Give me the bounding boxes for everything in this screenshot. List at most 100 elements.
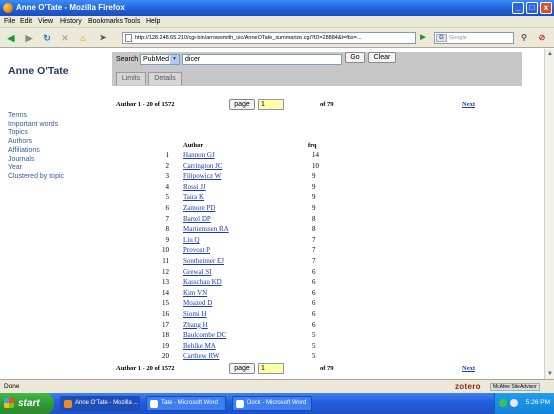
author-frequency: 7 — [312, 235, 316, 244]
row-number: 18 — [162, 331, 169, 340]
vertical-scrollbar[interactable]: ▲ ▼ — [544, 49, 554, 379]
status-text: Done — [4, 383, 20, 390]
close-button[interactable]: x — [540, 2, 552, 14]
row-number: 3 — [165, 172, 170, 181]
author-link[interactable]: Hannon GJ — [183, 151, 215, 159]
query-input[interactable]: dicer — [182, 54, 342, 65]
result-count: Author 1 - 20 of 1572 — [116, 101, 175, 108]
menu-history[interactable]: History — [60, 18, 82, 25]
author-frequency: 6 — [312, 310, 316, 318]
table-row: 9 Liu Q 7 — [0, 236, 544, 247]
author-frequency: 6 — [312, 288, 316, 297]
go-arrow-icon[interactable]: ▶ — [416, 31, 430, 45]
zotero-button[interactable]: zotero — [455, 382, 481, 391]
clear-button[interactable]: Clear — [368, 52, 396, 63]
author-frequency: 5 — [312, 352, 316, 361]
row-number: 8 — [165, 225, 170, 234]
task-firefox[interactable]: Anne O'Tate - Mozilla ... — [60, 396, 140, 411]
go-button[interactable]: Go — [345, 52, 365, 63]
author-link[interactable]: Carrington JC — [183, 162, 222, 170]
next-link[interactable]: Next — [462, 101, 475, 108]
author-frequency: 9 — [312, 182, 316, 191]
author-link[interactable]: Carthew RW — [183, 352, 219, 360]
word-icon — [236, 400, 244, 408]
menu-tools[interactable]: Tools — [124, 18, 140, 25]
row-number: 13 — [162, 278, 169, 287]
author-link[interactable]: Kasschau KD — [183, 278, 222, 286]
url-bar[interactable]: http://128.248.65.210/cgi-bin/arrowsmith… — [122, 32, 416, 44]
start-button[interactable]: start — [0, 393, 54, 414]
reload-icon[interactable]: ↻ — [40, 31, 54, 45]
minimize-button[interactable]: _ — [512, 2, 524, 14]
next-link[interactable]: Next — [462, 365, 475, 372]
google-engine-icon[interactable]: G — [436, 34, 447, 42]
author-link[interactable]: Zamore PD — [183, 204, 215, 212]
author-link[interactable]: Behlke MA — [183, 342, 216, 350]
author-link[interactable]: Sontheimer EJ — [183, 257, 224, 265]
menu-bookmarks[interactable]: Bookmarks — [88, 18, 123, 25]
menu-help[interactable]: Help — [146, 18, 160, 25]
siteadvisor-badge[interactable]: McAfee SiteAdvisor — [490, 383, 540, 391]
page-input[interactable]: 1 — [258, 99, 284, 110]
table-row: 4 Rossi JJ 9 — [0, 183, 544, 194]
system-tray: 5:26 PM — [494, 393, 554, 414]
author-link[interactable]: Bartel DP — [183, 215, 211, 223]
row-number: 4 — [165, 182, 170, 191]
scroll-down-icon[interactable]: ▼ — [546, 370, 554, 378]
author-link[interactable]: Kim VN — [183, 289, 207, 297]
author-link[interactable]: Rossi JJ — [183, 183, 206, 191]
author-frequency: 7 — [312, 246, 316, 255]
firefox-icon — [3, 3, 13, 13]
row-number: 7 — [165, 214, 170, 223]
web-search-input[interactable]: G Google — [434, 32, 514, 44]
author-link[interactable]: Filipowicz W — [183, 172, 221, 180]
forward-icon[interactable]: ▶ — [22, 31, 36, 45]
start-label: start — [18, 398, 40, 409]
row-number: 17 — [162, 320, 169, 329]
sidebar-item-authors[interactable]: Authors — [8, 138, 64, 147]
bookmark-tag-icon[interactable]: ➤ — [96, 31, 110, 45]
menu-edit[interactable]: Edit — [20, 18, 32, 25]
stop-icon[interactable]: ✕ — [58, 31, 72, 45]
task-word-dock[interactable]: Dock - Microsoft Word — [232, 396, 312, 411]
table-row: 7 Bartel DP 8 — [0, 215, 544, 226]
menu-view[interactable]: View — [38, 18, 53, 25]
addon-icon[interactable]: ⊘ — [535, 31, 549, 45]
row-number: 16 — [162, 310, 169, 318]
page-input[interactable]: 1 — [258, 363, 284, 374]
page-button[interactable]: page — [229, 363, 255, 374]
author-link[interactable]: Taira K — [183, 193, 204, 201]
author-link[interactable]: Grewal SI — [183, 268, 212, 276]
tab-details[interactable]: Details — [148, 72, 182, 85]
sidebar-item-important-words[interactable]: Important words — [8, 121, 64, 130]
author-frequency: 6 — [312, 320, 316, 329]
sidebar-item-terms[interactable]: Terms — [8, 112, 64, 121]
author-link[interactable]: Baulcombe DC — [183, 331, 226, 339]
row-number: 1 — [165, 151, 170, 159]
clock: 5:26 PM — [525, 399, 550, 406]
network-icon[interactable] — [499, 399, 507, 407]
menu-file[interactable]: File — [4, 18, 15, 25]
scroll-up-icon[interactable]: ▲ — [546, 50, 554, 58]
menu-bar: File Edit View History Bookmarks Tools H… — [0, 16, 554, 28]
page-button[interactable]: page — [229, 99, 255, 110]
search-form: Search PubMed ▼ dicer Go Clear Limits De… — [112, 52, 522, 86]
tab-limits[interactable]: Limits — [116, 72, 146, 85]
author-link[interactable]: Liu Q — [183, 236, 200, 244]
chevron-down-icon: ▼ — [170, 55, 179, 64]
author-link[interactable]: Martienssen RA — [183, 225, 229, 233]
author-link[interactable]: Siomi H — [183, 310, 207, 318]
maximize-button[interactable]: □ — [526, 2, 538, 14]
database-select[interactable]: PubMed ▼ — [140, 54, 180, 65]
status-bar: Done zotero McAfee SiteAdvisor — [0, 379, 554, 393]
author-link[interactable]: Provost P — [183, 246, 210, 254]
sidebar-item-topics[interactable]: Topics — [8, 129, 64, 138]
task-word-tate[interactable]: Tate - Microsoft Word — [146, 396, 226, 411]
back-icon[interactable]: ◀ — [4, 31, 18, 45]
author-link[interactable]: Zhang H — [183, 321, 208, 329]
home-icon[interactable]: ⌂ — [76, 31, 90, 45]
volume-icon[interactable] — [510, 399, 518, 407]
author-frequency: 10 — [312, 161, 319, 170]
author-link[interactable]: Moazed D — [183, 299, 212, 307]
search-magnifier-icon[interactable]: ⚲ — [517, 31, 531, 45]
